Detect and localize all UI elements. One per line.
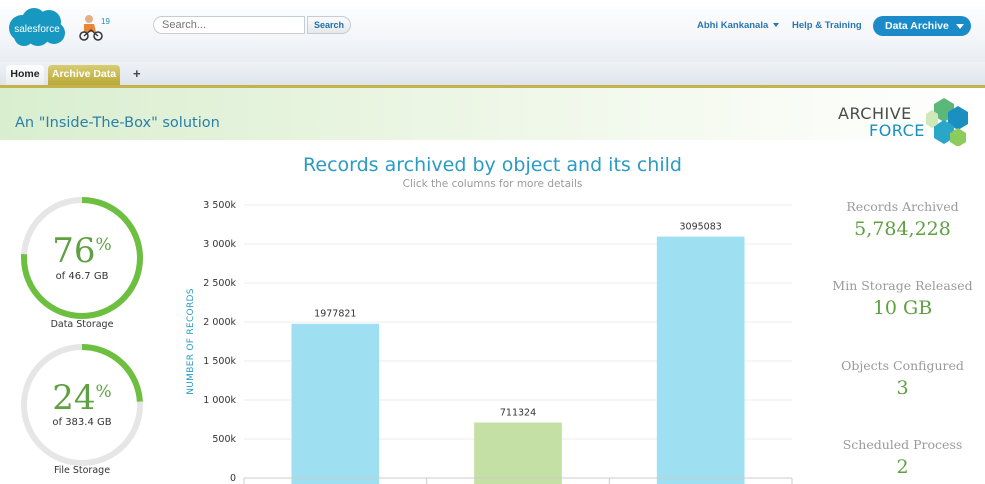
- stat-objects-configured-label: Objects Configured: [841, 358, 964, 373]
- stat-records-archived-value: 5,784,228: [854, 218, 951, 240]
- y-tick-label: 0: [230, 473, 236, 484]
- records-bar-chart: 0 500k 1 000k 1 500k 2 000k 2 500k 3 000k 3 500…: [186, 200, 793, 484]
- bar-data-label: 711324: [500, 408, 536, 419]
- y-tick-label: 500k: [212, 434, 236, 445]
- file-storage-value: 24: [52, 378, 96, 418]
- file-storage-caption: File Storage: [53, 465, 111, 476]
- y-tick-label: 1 000k: [203, 395, 236, 406]
- y-tick-label: 2 500k: [203, 278, 236, 289]
- data-storage-unit: %: [95, 235, 112, 255]
- archiveforce-logo-line2: FORCE: [869, 121, 925, 140]
- user-name: Abhi Kankanala: [697, 20, 769, 31]
- chevron-down-icon: [956, 24, 964, 29]
- salesforce-logo[interactable]: salesforce: [6, 6, 68, 48]
- salesforce-logo-text: salesforce: [14, 24, 60, 35]
- file-storage-percent: 24%: [0, 378, 164, 418]
- y-tick-label: 1 500k: [203, 356, 236, 367]
- chart-bar[interactable]: [656, 236, 745, 484]
- file-storage-subtitle: of 383.4 GB: [52, 417, 112, 428]
- release-mascot-icon: 19: [79, 15, 110, 41]
- stat-scheduled-process-value: 2: [896, 456, 909, 478]
- app-menu-label: Data Archive: [885, 20, 949, 32]
- y-tick-label: 3 500k: [203, 200, 236, 211]
- search-button[interactable]: Search: [307, 16, 351, 34]
- chart-bar[interactable]: [474, 422, 562, 484]
- data-storage-percent: 76%: [0, 231, 164, 271]
- bar-data-label: 1977821: [314, 309, 356, 320]
- add-tab-button[interactable]: +: [133, 66, 141, 81]
- stat-records-archived-label: Records Archived: [846, 199, 959, 214]
- stat-storage-released-label: Min Storage Released: [832, 278, 973, 293]
- chart-bar[interactable]: [291, 323, 380, 484]
- search-input[interactable]: [153, 16, 305, 34]
- stat-scheduled-process-label: Scheduled Process: [842, 437, 963, 452]
- y-axis-label: NUMBER OF RECORDS: [186, 288, 196, 395]
- y-tick-label: 3 000k: [203, 239, 236, 250]
- y-tick-label: 2 000k: [203, 317, 236, 328]
- banner-tagline: An "Inside-The-Box" solution: [15, 115, 220, 131]
- file-storage-unit: %: [95, 382, 112, 402]
- tab-home[interactable]: Home: [6, 65, 44, 85]
- chart-title: Records archived by object and its child: [303, 154, 682, 176]
- data-storage-subtitle: of 46.7 GB: [55, 271, 109, 282]
- app-menu-button[interactable]: Data Archive: [873, 16, 971, 36]
- data-storage-caption: Data Storage: [50, 319, 114, 330]
- release-badge-label: 19: [101, 17, 110, 26]
- bar-data-label: 3095083: [680, 222, 722, 233]
- data-storage-value: 76: [52, 231, 96, 271]
- stat-storage-released-value: 10 GB: [872, 297, 933, 319]
- user-menu[interactable]: Abhi Kankanala: [697, 20, 780, 31]
- app-header: [0, 0, 985, 62]
- tab-archive-data[interactable]: Archive Data: [48, 65, 120, 85]
- chevron-down-icon: [773, 23, 780, 28]
- chart-subtitle: Click the columns for more details: [402, 178, 583, 190]
- tab-bar: [0, 62, 985, 86]
- help-training-link[interactable]: Help & Training: [792, 20, 862, 31]
- stat-objects-configured-value: 3: [896, 377, 909, 399]
